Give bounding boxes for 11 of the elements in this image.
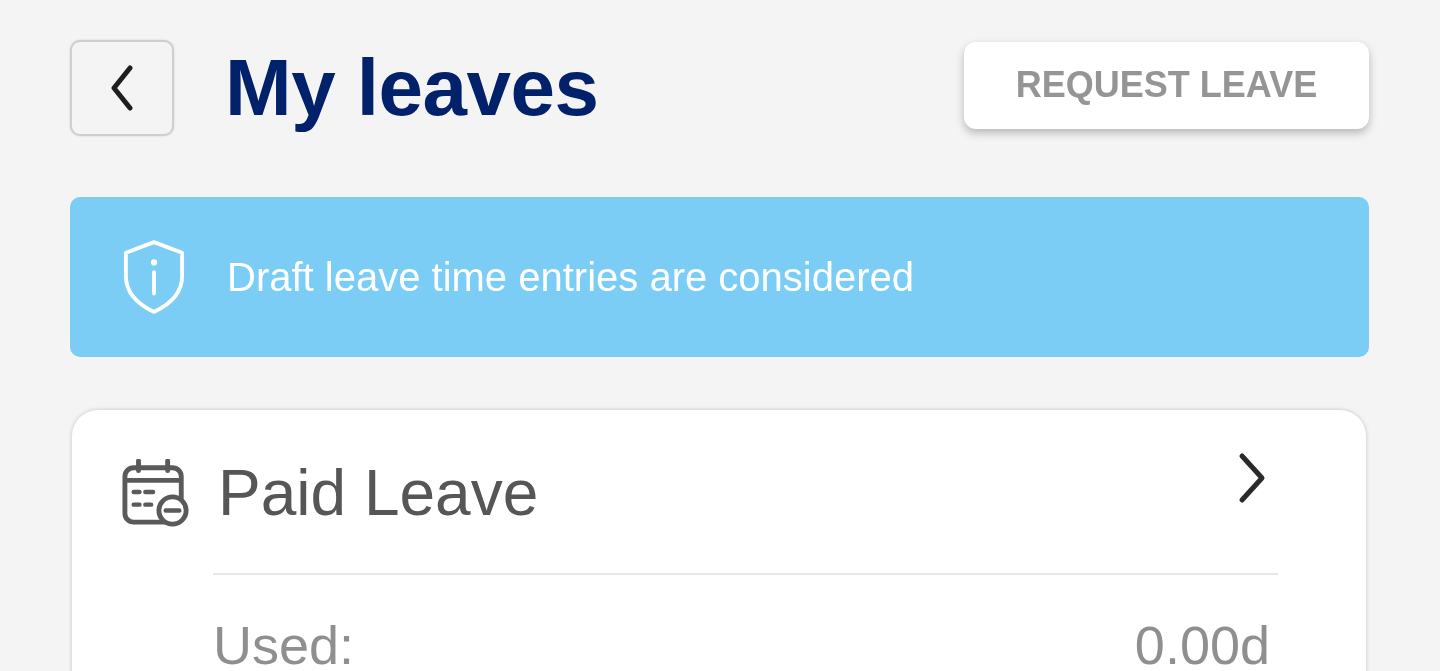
info-message: Draft leave time entries are considered bbox=[227, 254, 914, 301]
calendar-minus-icon bbox=[122, 459, 190, 527]
stat-label: Used: bbox=[213, 615, 355, 671]
chevron-left-icon bbox=[110, 65, 134, 111]
shield-info-icon bbox=[122, 238, 186, 316]
page-title: My leaves bbox=[225, 42, 599, 134]
chevron-right-icon[interactable] bbox=[1238, 452, 1266, 504]
back-button[interactable] bbox=[70, 40, 174, 136]
leave-type-title: Paid Leave bbox=[218, 456, 539, 531]
stat-value: 0.00d bbox=[1134, 615, 1270, 671]
request-leave-button[interactable]: REQUEST LEAVE bbox=[964, 41, 1369, 129]
